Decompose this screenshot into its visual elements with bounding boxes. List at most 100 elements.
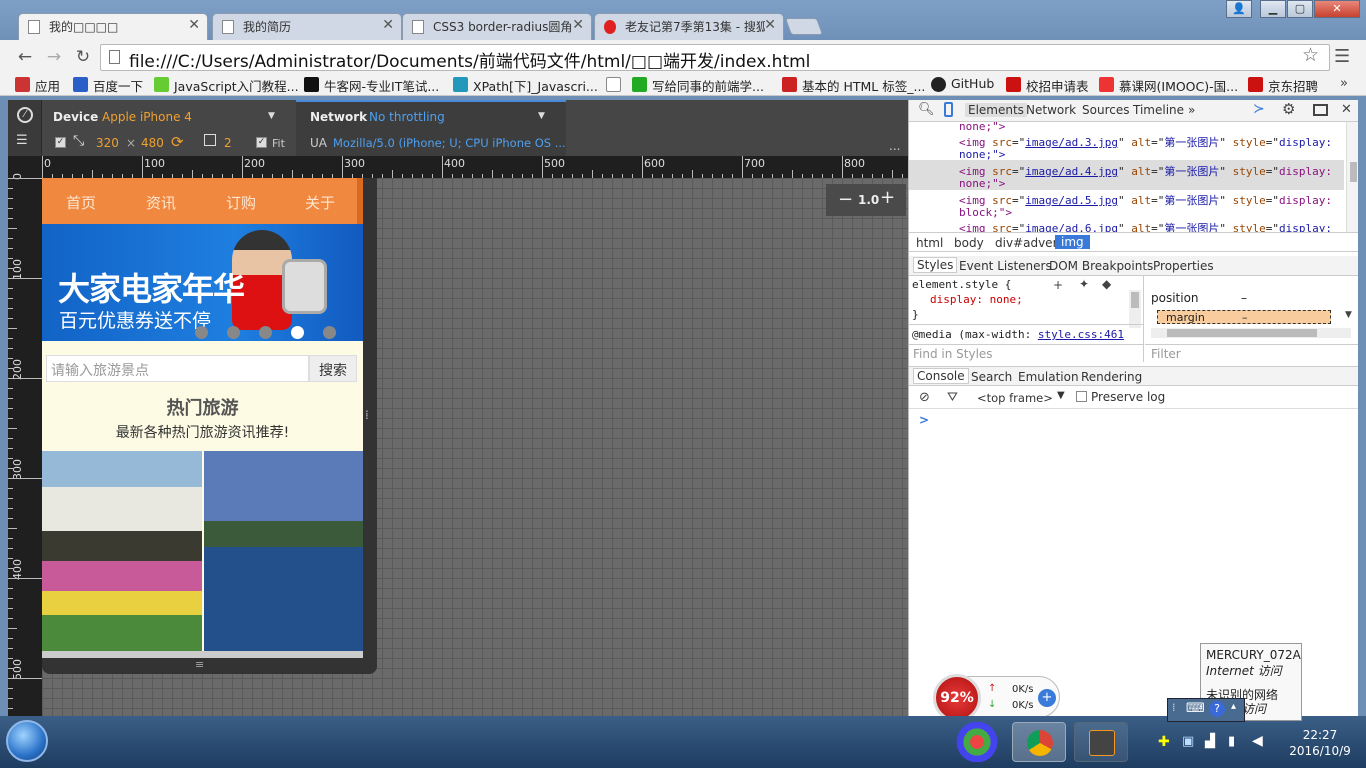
app-icon[interactable] bbox=[950, 722, 1004, 762]
tab-search[interactable]: Search bbox=[971, 370, 1012, 384]
tab-4[interactable]: 老友记第7季第13集 - 搜狐 ✕ bbox=[594, 13, 784, 40]
console-prompt[interactable]: > bbox=[919, 413, 929, 427]
dom-node[interactable]: <img src="image/ad.5.jpg" alt="第一张图片" st… bbox=[959, 192, 1332, 208]
carousel-dot[interactable] bbox=[259, 326, 272, 339]
scrollbar[interactable] bbox=[1129, 290, 1141, 328]
keyboard-icon[interactable]: ⌨ bbox=[1186, 701, 1205, 716]
travel-photo-lake[interactable] bbox=[204, 451, 363, 651]
search-input[interactable]: 请输入旅游景点 bbox=[46, 355, 309, 382]
bookmark-jd[interactable]: 京东招聘 bbox=[1248, 76, 1318, 95]
crumb-html[interactable]: html bbox=[916, 236, 943, 250]
nav-about[interactable]: 关于 bbox=[305, 192, 335, 213]
network-signal-icon[interactable]: ▟ bbox=[1205, 734, 1215, 749]
scroll-down-icon[interactable]: ▼ bbox=[1345, 310, 1352, 320]
crumb-div-adver[interactable]: div#adver bbox=[995, 236, 1058, 250]
bookmark-w3c[interactable]: 基本的 HTML 标签_... bbox=[782, 76, 925, 95]
device-mode-icon[interactable] bbox=[944, 102, 953, 117]
reload-button[interactable]: ↻ bbox=[72, 46, 94, 68]
resize-handle-icon[interactable]: ≡ bbox=[195, 658, 204, 671]
margin-box[interactable]: margin – bbox=[1157, 310, 1331, 324]
width-input[interactable]: 320 bbox=[96, 136, 119, 150]
tab-properties[interactable]: Properties bbox=[1153, 259, 1214, 273]
chevron-down-icon[interactable]: ▼ bbox=[1057, 390, 1065, 401]
tab-elements[interactable]: Elements bbox=[965, 103, 1027, 117]
bookmarks-more[interactable]: » bbox=[1340, 76, 1348, 91]
chrome-taskbar-button[interactable] bbox=[1012, 722, 1066, 762]
bookmark-campus[interactable]: 校招申请表 bbox=[1006, 76, 1089, 95]
tray-display-icon[interactable]: ▣ bbox=[1182, 734, 1194, 749]
start-button[interactable] bbox=[6, 720, 48, 762]
tab-styles[interactable]: Styles bbox=[913, 257, 958, 273]
disable-emulation-icon[interactable]: ⁄ bbox=[17, 107, 33, 123]
chevron-down-icon[interactable]: ▼ bbox=[538, 111, 545, 121]
address-bar[interactable]: file:///C:/Users/Administrator/Documents… bbox=[100, 44, 1330, 72]
preserve-log-checkbox[interactable] bbox=[1076, 391, 1087, 402]
tray-shield-icon[interactable]: ✚ bbox=[1158, 734, 1170, 750]
resolution-checkbox[interactable]: ✓ bbox=[55, 137, 66, 148]
zoom-out-button[interactable]: − bbox=[838, 189, 853, 210]
gear-icon[interactable]: ⚙ bbox=[1282, 100, 1295, 118]
zoom-in-button[interactable]: + bbox=[880, 187, 895, 208]
dom-line[interactable]: none;"> bbox=[959, 148, 1005, 161]
tab-1[interactable]: 我的□□□□ ✕ bbox=[18, 13, 208, 40]
dom-node-selected[interactable]: <img src="image/ad.4.jpg" alt="第一张图片" st… bbox=[959, 163, 1332, 179]
bookmark-star-icon[interactable]: ☆ bbox=[1302, 44, 1319, 66]
close-icon[interactable]: ✕ bbox=[1341, 102, 1352, 117]
dock-icon[interactable] bbox=[1313, 104, 1328, 116]
pin-icon[interactable]: ✦ bbox=[1079, 277, 1089, 291]
dom-node[interactable]: <img src="image/ad.3.jpg" alt="第一张图片" st… bbox=[959, 134, 1332, 150]
tab-emulation[interactable]: Emulation bbox=[1018, 370, 1079, 384]
media-rule[interactable]: @media (max-width: style.css:461 bbox=[912, 328, 1124, 341]
travel-photo-gate[interactable] bbox=[42, 451, 202, 651]
menu-icon[interactable]: ☰ bbox=[1334, 46, 1350, 67]
filter-icon[interactable]: ⛛ bbox=[947, 390, 958, 405]
carousel-dot[interactable] bbox=[323, 326, 336, 339]
filter-input[interactable]: Filter bbox=[1145, 344, 1359, 362]
clear-console-icon[interactable]: ⊘ bbox=[919, 390, 930, 405]
inspect-icon[interactable]: 🔍︎ bbox=[918, 102, 935, 117]
carousel-dot-active[interactable] bbox=[291, 326, 304, 339]
ua-input[interactable]: Mozilla/5.0 (iPhone; U; CPU iPhone OS ..… bbox=[333, 136, 566, 150]
element-style-rule[interactable]: element.style { bbox=[912, 278, 1011, 291]
bookmark-github[interactable]: GitHub bbox=[931, 76, 994, 92]
crumb-img[interactable]: img bbox=[1055, 235, 1090, 249]
new-tab-button[interactable] bbox=[784, 18, 824, 35]
bookmark-frontend-notes[interactable]: 写给同事的前端学... bbox=[632, 76, 764, 95]
options-icon[interactable]: ▴ bbox=[1231, 701, 1236, 712]
volume-icon[interactable]: ◀ bbox=[1252, 733, 1263, 749]
tab-network[interactable]: Network bbox=[1026, 103, 1076, 117]
tab-event-listeners[interactable]: Event Listeners bbox=[959, 259, 1052, 273]
width-resize-handle[interactable]: ⁞ bbox=[363, 178, 377, 658]
close-icon[interactable]: ✕ bbox=[188, 17, 200, 33]
ad-banner[interactable]: 大家电家年华 百元优惠券送不停 bbox=[42, 224, 363, 341]
power-icon[interactable]: ▮ bbox=[1228, 734, 1235, 749]
bookmark-xpath[interactable]: XPath[下]_Javascri... bbox=[453, 76, 598, 95]
network-select[interactable]: No throttling bbox=[369, 110, 445, 124]
maximize-button[interactable]: ▢ bbox=[1287, 0, 1313, 18]
close-icon[interactable]: ✕ bbox=[572, 17, 584, 33]
rotate-icon[interactable]: ⟳ bbox=[171, 133, 184, 151]
nav-home[interactable]: 首页 bbox=[66, 192, 96, 213]
plus-icon[interactable]: + bbox=[1038, 689, 1056, 707]
bookmark-baidu[interactable]: 百度一下 bbox=[73, 76, 143, 95]
chevron-down-icon[interactable]: ▼ bbox=[268, 111, 275, 121]
frame-select[interactable]: <top frame> bbox=[977, 391, 1053, 405]
bookmark-imooc[interactable]: 慕课网(IMOOC)-国... bbox=[1099, 76, 1238, 95]
bookmark-apps[interactable]: 应用 bbox=[15, 76, 60, 95]
user-icon[interactable]: 👤 bbox=[1226, 0, 1252, 18]
color-format-icon[interactable]: ◆ bbox=[1102, 277, 1111, 291]
tab-console[interactable]: Console bbox=[913, 368, 969, 384]
memory-usage-badge[interactable]: 92% bbox=[933, 674, 981, 722]
close-window-button[interactable]: ✕ bbox=[1314, 0, 1360, 18]
tab-2[interactable]: 我的简历 ✕ bbox=[212, 13, 402, 40]
search-button[interactable]: 搜索 bbox=[309, 355, 357, 382]
tab-timeline[interactable]: Timeline bbox=[1133, 103, 1184, 117]
sublime-taskbar-button[interactable] bbox=[1074, 722, 1128, 762]
tab-rendering[interactable]: Rendering bbox=[1081, 370, 1142, 384]
tab-sources[interactable]: Sources bbox=[1082, 103, 1129, 117]
close-icon[interactable]: ✕ bbox=[382, 17, 394, 33]
dom-line[interactable]: none;"> bbox=[959, 177, 1005, 190]
nav-order[interactable]: 订购 bbox=[226, 192, 256, 213]
console-drawer-icon[interactable]: ≻ bbox=[1253, 101, 1265, 117]
find-in-styles-input[interactable]: Find in Styles bbox=[909, 344, 1143, 362]
